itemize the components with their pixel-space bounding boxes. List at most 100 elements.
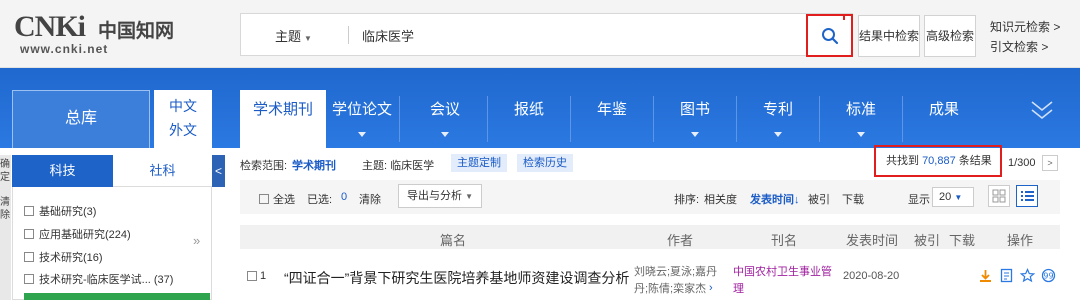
sort-label: 排序: [674,194,700,206]
cursor-marker [843,15,845,20]
list-view-button[interactable] [1016,185,1038,207]
tab-conference[interactable]: 会议 [400,90,490,148]
checkbox[interactable] [24,229,34,239]
journal-line-2[interactable]: 理 [733,280,744,296]
lang-chinese[interactable]: 中文 [154,94,212,118]
tab-patents[interactable]: 专利 [737,90,819,148]
result-count-prefix: 共找到 [886,155,919,167]
row-checkbox[interactable] [247,271,257,281]
tab-label: 专利 [762,101,793,118]
clear-char-1[interactable]: 清 [0,197,11,208]
tab-dissertations[interactable]: 学位论文 [326,90,398,148]
search-field-label: 主题 [275,29,302,44]
scope-value[interactable]: 学术期刊 [292,157,336,173]
selected-count: 0 [341,191,348,203]
sort-relevance[interactable]: 相关度 [704,191,737,207]
logo-chinese-name: 中国知网 [98,20,175,42]
publish-date: 2020-08-20 [843,270,900,282]
sort-date[interactable]: 发表时间↓ [750,191,800,207]
checkbox[interactable] [24,206,34,216]
search-button[interactable] [806,14,853,57]
category-item[interactable]: 应用基础研究(224) [24,226,131,242]
knowledge-search-link[interactable]: 知识元检索 > [990,18,1060,35]
more-authors-icon[interactable]: › [709,282,713,294]
tab-science[interactable]: 科技 [12,155,113,187]
svg-text:99: 99 [1043,272,1053,281]
sort-download[interactable]: 下载 [842,191,864,207]
logo-mark: CNKi [14,10,86,43]
article-title-link[interactable]: “四证合一”背景下研究生医院培养基地师资建设调查分析 [284,268,629,288]
search-within-results-button[interactable]: 结果中检索 [858,15,920,57]
tab-journals[interactable]: 学术期刊 [240,90,326,148]
sort-date-label: 发表时间 [750,194,794,206]
next-page-button[interactable]: > [1042,155,1058,171]
col-title: 篇名 [440,233,467,248]
select-all-label: 全选 [273,194,295,206]
checkbox[interactable] [24,274,34,284]
category-item[interactable]: 技术研究-临床医学试... (37) [24,271,173,287]
tab-achievements[interactable]: 成果 [903,90,985,148]
results-table-header: 篇名 作者 刊名 发表时间 被引 下载 操作 [240,225,1060,249]
quote-icon[interactable]: 99 [1041,268,1056,283]
search-field-select[interactable]: 主题 ▼ [275,26,312,45]
category-label: 基础研究(3) [39,206,97,218]
author-line-2[interactable]: 丹;陈倩;栾家杰 [634,280,706,296]
tab-total-library[interactable]: 总库 [12,90,150,148]
language-switch: 中文 外文 [154,90,212,148]
citation-search-link[interactable]: 引文检索 > [990,38,1048,55]
page-size-select[interactable]: 20 ▼ [932,187,974,207]
col-actions: 操作 [1007,233,1034,248]
cnki-logo[interactable]: CNKi 中国知网 www.cnki.net [14,10,174,58]
grid-view-button[interactable] [988,185,1010,207]
row-number: 1 [260,270,267,282]
caret-down-icon: ▼ [465,192,473,201]
page-indicator: 1/300 [1008,157,1036,169]
search-history-button[interactable]: 检索历史 [517,154,573,172]
result-count-number: 70,887 [922,155,956,167]
database-nav: 总库 中文 外文 学术期刊 学位论文 会议 报纸 年鉴 图书 专利 标准 成果 [0,68,1080,148]
tab-books[interactable]: 图书 [654,90,736,148]
search-input[interactable] [362,23,802,47]
author-line-1[interactable]: 刘晓云;夏泳;嘉丹 [634,263,717,279]
col-download[interactable]: 下载 [949,230,975,249]
lang-foreign[interactable]: 外文 [154,118,212,142]
category-item[interactable]: 技术研究(16) [24,249,103,265]
checkbox[interactable] [259,194,269,204]
topic-custom-button[interactable]: 主题定制 [451,154,507,172]
export-label: 导出与分析 [407,190,462,202]
export-analysis-dropdown[interactable]: 导出与分析 ▼ [398,184,482,208]
tab-newspaper[interactable]: 报纸 [488,90,570,148]
expand-categories-icon[interactable]: » [193,233,200,248]
clear-char-2[interactable]: 除 [0,210,11,221]
search-icon [822,28,839,45]
clear-selection-link[interactable]: 清除 [359,191,381,207]
advanced-search-button[interactable]: 高级检索 [924,15,976,57]
list-icon [1021,191,1034,201]
col-cited[interactable]: 被引 [914,230,940,249]
sort-cited[interactable]: 被引 [808,191,830,207]
favorite-star-icon[interactable] [1020,268,1035,283]
category-item[interactable]: 基础研究(3) [24,203,96,219]
tab-standards[interactable]: 标准 [820,90,902,148]
search-box: 主题 ▼ [240,13,853,56]
page-size-value: 20 [939,191,952,203]
result-count: 共找到 70,887 条结果 [874,145,1002,177]
category-label: 技术研究-临床医学试... (37) [39,274,174,286]
collapse-panel-button[interactable]: < [212,155,225,187]
expand-more-icon[interactable] [1028,98,1056,122]
download-icon[interactable] [978,268,993,283]
tab-yearbook[interactable]: 年鉴 [571,90,653,148]
apply-filter-bar[interactable] [24,293,210,300]
confirm-char-1[interactable]: 确 [0,159,11,170]
journal-line-1[interactable]: 中国农村卫生事业管 [733,263,832,279]
tab-social-science[interactable]: 社科 [113,155,212,187]
read-online-icon[interactable] [999,268,1014,283]
col-date[interactable]: 发表时间 [846,230,898,249]
select-all-checkbox[interactable]: 全选 [259,191,295,207]
tab-label: 标准 [845,101,876,118]
selected-label: 已选: [307,194,333,206]
checkbox[interactable] [24,252,34,262]
category-label: 应用基础研究(224) [39,229,131,241]
confirm-char-2[interactable]: 定 [0,172,11,183]
topic-filter-label: 主题: 临床医学 [362,160,435,172]
